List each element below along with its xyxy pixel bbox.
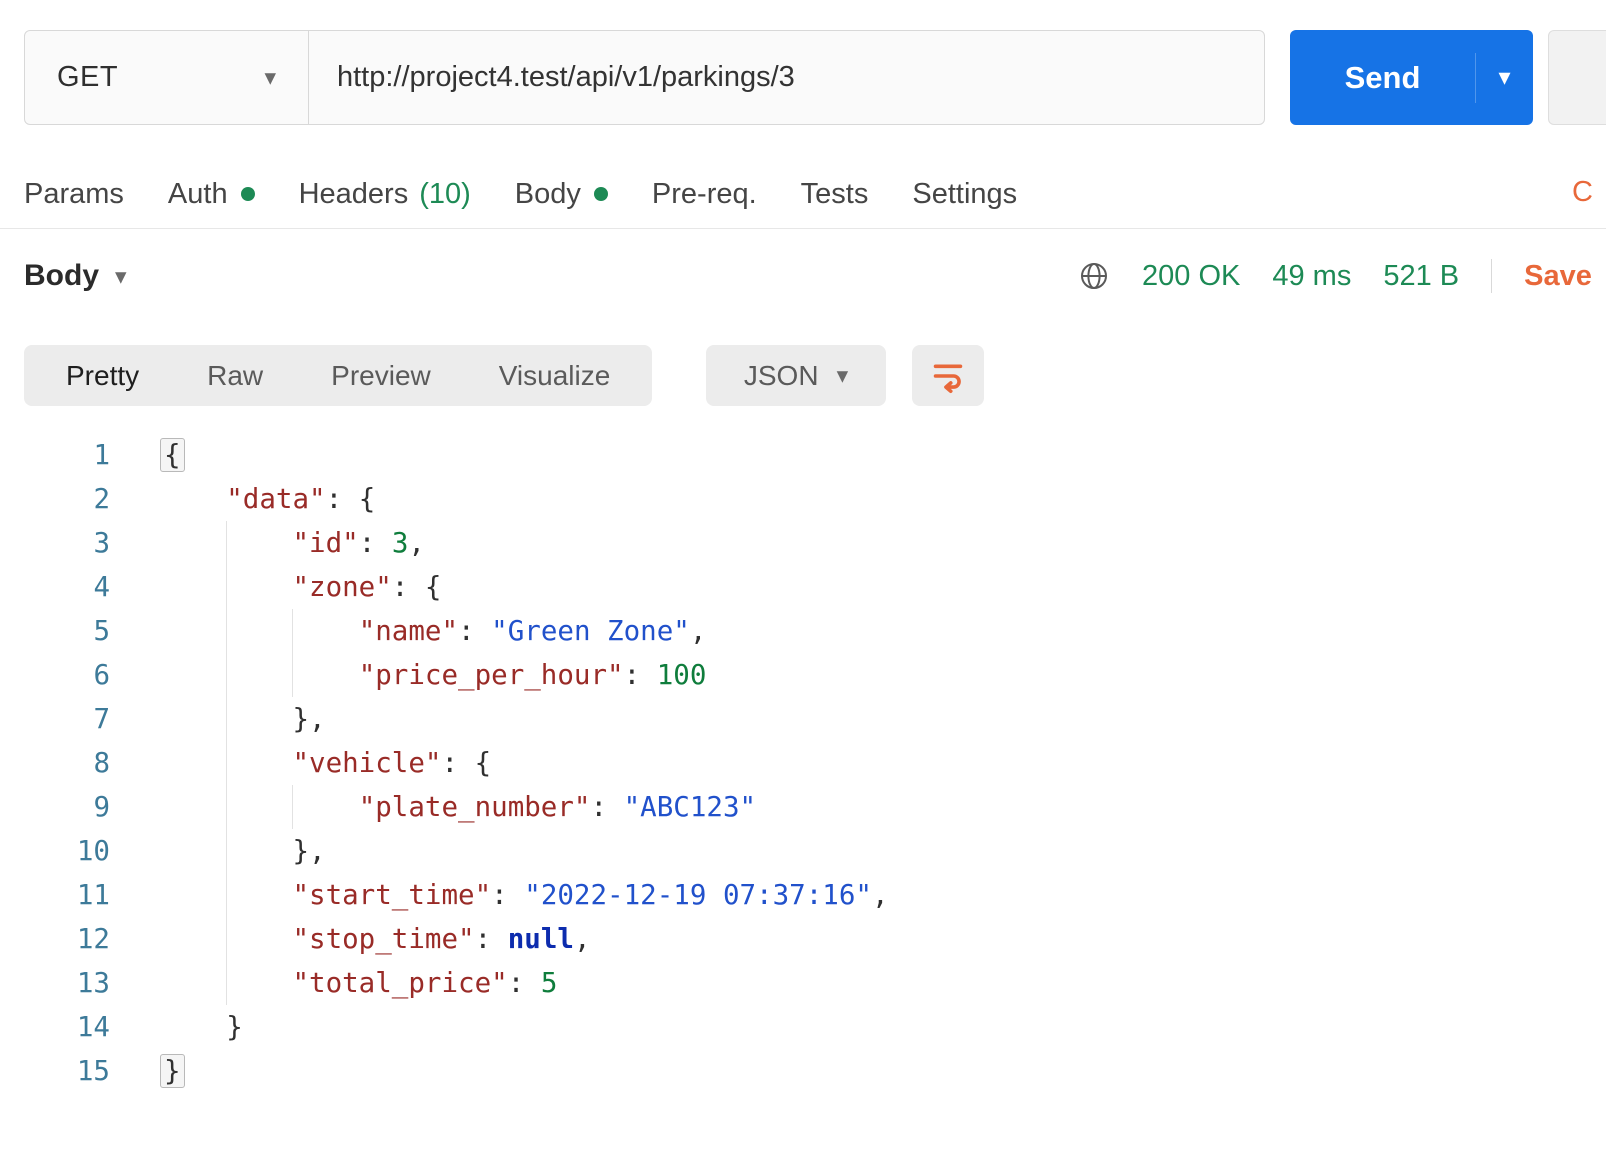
line-content: },: [110, 829, 326, 873]
code-line: 15}: [0, 1049, 1606, 1093]
headers-count-badge: (10): [419, 178, 471, 211]
indent-guide: [226, 521, 227, 1005]
code-line: 13 "total_price": 5: [0, 961, 1606, 1005]
code-line: 12 "stop_time": null,: [0, 917, 1606, 961]
line-number: 8: [0, 741, 110, 785]
view-tab-visualize[interactable]: Visualize: [465, 345, 645, 406]
line-content: {: [110, 433, 185, 477]
code-line: 10 },: [0, 829, 1606, 873]
globe-icon[interactable]: [1078, 260, 1110, 292]
save-response-link[interactable]: Save: [1524, 260, 1592, 293]
line-content: "stop_time": null,: [110, 917, 591, 961]
response-body-code[interactable]: 1{2 "data": {3 "id": 3,4 "zone": {5 "nam…: [0, 433, 1606, 1172]
format-select[interactable]: JSON: [706, 345, 886, 406]
wrap-text-button[interactable]: [912, 345, 984, 406]
response-meta: 200 OK 49 ms 521 B Save: [1078, 250, 1592, 302]
tab-body[interactable]: Body: [515, 178, 608, 211]
line-number: 1: [0, 433, 110, 477]
line-number: 13: [0, 961, 110, 1005]
auth-status-dot-icon: [241, 187, 255, 201]
url-text: http://project4.test/api/v1/parkings/3: [337, 61, 795, 94]
tab-prereq-label: Pre-req.: [652, 178, 757, 211]
tab-settings[interactable]: Settings: [912, 178, 1017, 211]
body-status-dot-icon: [594, 187, 608, 201]
response-body-label: Body: [24, 259, 99, 293]
code-line: 9 "plate_number": "ABC123": [0, 785, 1606, 829]
tab-body-label: Body: [515, 178, 581, 211]
code-line: 6 "price_per_hour": 100: [0, 653, 1606, 697]
view-tab-preview[interactable]: Preview: [297, 345, 465, 406]
line-content: "zone": {: [110, 565, 441, 609]
indent-guide: [292, 609, 293, 697]
send-options-chevron-icon[interactable]: [1475, 53, 1533, 103]
line-content: }: [110, 1005, 243, 1049]
code-line: 8 "vehicle": {: [0, 741, 1606, 785]
tab-settings-label: Settings: [912, 178, 1017, 211]
tab-prereq[interactable]: Pre-req.: [652, 178, 757, 211]
code-line: 2 "data": {: [0, 477, 1606, 521]
line-content: "name": "Green Zone",: [110, 609, 706, 653]
tab-params[interactable]: Params: [24, 178, 124, 211]
code-lines: 1{2 "data": {3 "id": 3,4 "zone": {5 "nam…: [0, 433, 1606, 1093]
response-body-selector[interactable]: Body: [24, 252, 127, 300]
line-number: 4: [0, 565, 110, 609]
send-label: Send: [1290, 60, 1475, 96]
response-view-tabs: Pretty Raw Preview Visualize: [24, 345, 652, 406]
line-content: "id": 3,: [110, 521, 425, 565]
line-number: 11: [0, 873, 110, 917]
meta-divider: [1491, 259, 1492, 293]
line-number: 7: [0, 697, 110, 741]
tab-headers[interactable]: Headers (10): [299, 178, 471, 211]
line-content: "price_per_hour": 100: [110, 653, 706, 697]
view-tab-raw[interactable]: Raw: [173, 345, 297, 406]
response-time: 49 ms: [1272, 260, 1351, 293]
cookies-link-partial[interactable]: C: [1572, 176, 1593, 209]
request-url-bar: GET http://project4.test/api/v1/parkings…: [24, 30, 1265, 125]
line-number: 3: [0, 521, 110, 565]
code-line: 5 "name": "Green Zone",: [0, 609, 1606, 653]
response-size: 521 B: [1383, 260, 1459, 293]
tab-headers-label: Headers: [299, 178, 409, 211]
send-button[interactable]: Send: [1290, 30, 1533, 125]
line-number: 6: [0, 653, 110, 697]
code-line: 3 "id": 3,: [0, 521, 1606, 565]
format-label: JSON: [744, 360, 819, 392]
response-status: 200 OK: [1142, 260, 1240, 293]
view-tab-pretty[interactable]: Pretty: [32, 345, 173, 406]
tab-tests-label: Tests: [801, 178, 869, 211]
line-number: 5: [0, 609, 110, 653]
request-tabs: Params Auth Headers (10) Body Pre-req. T…: [24, 168, 1606, 220]
code-line: 1{: [0, 433, 1606, 477]
chevron-down-icon: [115, 265, 127, 288]
line-number: 15: [0, 1049, 110, 1093]
line-content: "data": {: [110, 477, 375, 521]
chevron-down-icon: [264, 66, 276, 89]
tab-params-label: Params: [24, 178, 124, 211]
tab-tests[interactable]: Tests: [801, 178, 869, 211]
line-content: "total_price": 5: [110, 961, 557, 1005]
method-label: GET: [57, 61, 118, 94]
line-number: 12: [0, 917, 110, 961]
line-content: "plate_number": "ABC123": [110, 785, 756, 829]
tab-auth[interactable]: Auth: [168, 178, 255, 211]
method-select[interactable]: GET: [25, 31, 309, 124]
line-number: 14: [0, 1005, 110, 1049]
tabs-divider: [0, 228, 1606, 229]
line-number: 2: [0, 477, 110, 521]
url-input[interactable]: http://project4.test/api/v1/parkings/3: [309, 31, 1264, 124]
chevron-down-icon: [837, 364, 849, 387]
tab-auth-label: Auth: [168, 178, 228, 211]
indent-guide: [292, 785, 293, 829]
partial-edge-button[interactable]: [1548, 30, 1606, 125]
line-number: 9: [0, 785, 110, 829]
code-line: 4 "zone": {: [0, 565, 1606, 609]
code-line: 14 }: [0, 1005, 1606, 1049]
line-number: 10: [0, 829, 110, 873]
line-content: "vehicle": {: [110, 741, 491, 785]
line-content: }: [110, 1049, 185, 1093]
code-line: 11 "start_time": "2022-12-19 07:37:16",: [0, 873, 1606, 917]
line-content: },: [110, 697, 326, 741]
code-line: 7 },: [0, 697, 1606, 741]
wrap-text-icon: [929, 358, 967, 394]
